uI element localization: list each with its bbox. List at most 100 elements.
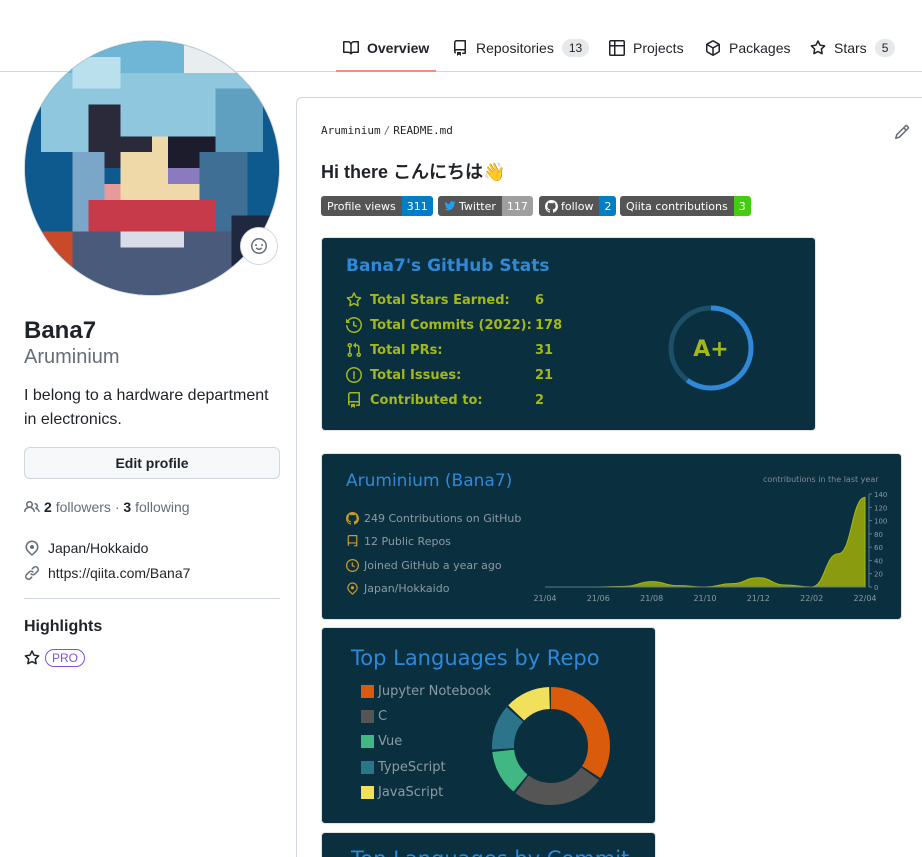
badge-label: Twitter xyxy=(438,196,502,216)
stat-label: Total PRs: xyxy=(370,342,443,358)
location-icon xyxy=(25,540,39,556)
badge-value: 3 xyxy=(733,196,751,216)
readme-file-link[interactable]: README.md xyxy=(393,124,453,137)
stat-value: 178 xyxy=(535,317,563,333)
lang-legend-item: TypeScript xyxy=(361,760,446,775)
lang-legend-item: Jupyter Notebook xyxy=(361,684,491,699)
github-icon xyxy=(346,512,359,525)
lang-name: JavaScript xyxy=(378,785,444,800)
lang-card-title: Top Languages by Repo xyxy=(351,646,600,670)
pro-badge[interactable]: PRO xyxy=(45,649,86,667)
twitter-badge-text: Twitter xyxy=(459,199,496,213)
highlights-title: Highlights xyxy=(24,618,103,635)
contrib-row-contributions: 249 Contributions on GitHub xyxy=(346,512,521,525)
stat-label: Total Stars Earned: xyxy=(370,292,510,308)
contrib-row-text: 12 Public Repos xyxy=(364,535,451,548)
languages-donut-chart xyxy=(492,687,610,805)
stat-value: 2 xyxy=(535,392,545,408)
tab-repositories-label: Repositories xyxy=(476,40,554,56)
following-count: 3 xyxy=(123,499,132,515)
repo-icon xyxy=(347,535,358,547)
badge-value: 2 xyxy=(599,196,617,216)
pixel-art-avatar-image xyxy=(25,41,279,295)
follow-badge[interactable]: follow 2 xyxy=(539,196,617,216)
website-link[interactable]: https://qiita.com/Bana7 xyxy=(48,565,190,581)
lang-legend-item: JavaScript xyxy=(361,785,443,800)
tab-overview-label: Overview xyxy=(367,40,430,56)
badge-label: Qiita contributions xyxy=(620,196,734,216)
contrib-area-series xyxy=(544,496,866,588)
following-label: following xyxy=(135,499,190,515)
profile-name: Bana7 xyxy=(24,317,97,344)
y-tick-label: 80 xyxy=(874,531,883,539)
readme-path-separator: / xyxy=(383,124,391,137)
repo-icon xyxy=(454,40,466,56)
lang-name: Vue xyxy=(378,734,403,749)
book-icon xyxy=(343,40,359,55)
repositories-count-badge: 13 xyxy=(561,39,590,57)
tab-projects[interactable]: Projects xyxy=(609,36,684,60)
clock-icon xyxy=(346,559,359,572)
tab-stars[interactable]: Stars 5 xyxy=(810,36,896,60)
twitter-badge[interactable]: Twitter 117 xyxy=(438,196,533,216)
website-detail: https://qiita.com/Bana7 xyxy=(24,563,190,583)
y-tick-label: 0 xyxy=(874,584,878,592)
x-tick-label: 21/06 xyxy=(587,594,610,603)
readme-owner-link[interactable]: Aruminium xyxy=(321,124,381,137)
x-tick-label: 21/04 xyxy=(533,594,556,603)
table-icon xyxy=(609,40,625,56)
issue-icon xyxy=(346,367,362,383)
star-icon xyxy=(810,40,826,55)
lang-name: TypeScript xyxy=(378,760,446,775)
tab-overview[interactable]: Overview xyxy=(343,36,429,60)
lang-legend-item: C xyxy=(361,709,387,724)
lang-swatch xyxy=(361,685,374,698)
active-tab-underline xyxy=(336,70,436,72)
people-icon xyxy=(24,500,40,513)
tab-repositories[interactable]: Repositories 13 xyxy=(452,36,590,60)
followers-link[interactable]: 2 followers xyxy=(44,499,111,515)
lang-swatch xyxy=(361,710,374,723)
badge-label: follow xyxy=(539,196,600,216)
stat-value: 6 xyxy=(535,292,545,308)
stat-label: Contributed to: xyxy=(370,392,483,408)
stat-row-stars: Total Stars Earned: 6 xyxy=(346,291,544,309)
readme-path: Aruminium / README.md xyxy=(321,124,453,137)
stat-value: 21 xyxy=(535,367,554,383)
follow-separator: · xyxy=(114,499,120,515)
edit-profile-button[interactable]: Edit profile xyxy=(24,447,280,479)
y-tick-label: 20 xyxy=(874,571,883,579)
follow-stats: 2 followers · 3 following xyxy=(24,497,190,517)
stars-count-badge: 5 xyxy=(874,39,896,57)
x-tick-label: 22/04 xyxy=(853,594,876,603)
repo-icon xyxy=(348,392,360,408)
lang-legend-item: Vue xyxy=(361,734,402,749)
tab-packages[interactable]: Packages xyxy=(705,36,790,60)
lang-swatch xyxy=(361,761,374,774)
following-link[interactable]: 3 following xyxy=(123,499,189,515)
lang-swatch xyxy=(361,786,374,799)
tab-projects-label: Projects xyxy=(633,40,684,56)
y-tick-label: 40 xyxy=(874,557,883,565)
followers-label: followers xyxy=(55,499,111,515)
x-tick-label: 21/12 xyxy=(747,594,770,603)
x-tick-label: 21/10 xyxy=(693,594,716,603)
stat-value: 31 xyxy=(535,342,554,358)
x-tick-label: 22/02 xyxy=(800,594,823,603)
edit-readme-button[interactable] xyxy=(894,124,910,145)
badge-label: Profile views xyxy=(321,196,402,216)
qiita-contributions-badge[interactable]: Qiita contributions 3 xyxy=(620,196,751,216)
stat-row-contributed: Contributed to: 2 xyxy=(346,391,544,409)
y-tick-label: 100 xyxy=(874,518,887,526)
github-icon xyxy=(545,199,558,213)
stat-row-commits: Total Commits (2022): 178 xyxy=(346,316,562,334)
stat-row-issues: Total Issues: 21 xyxy=(346,366,553,384)
set-status-button[interactable] xyxy=(240,227,278,265)
avatar[interactable] xyxy=(24,40,280,296)
contrib-row-text: Joined GitHub a year ago xyxy=(364,559,502,572)
profile-views-badge[interactable]: Profile views 311 xyxy=(321,196,433,216)
lang-name: Jupyter Notebook xyxy=(378,684,492,699)
grade-ring: A+ xyxy=(668,305,754,391)
contrib-row-text: 249 Contributions on GitHub xyxy=(364,512,522,525)
location-text: Japan/Hokkaido xyxy=(48,540,149,556)
